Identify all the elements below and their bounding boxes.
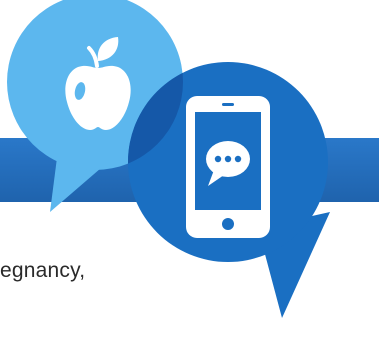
speech-bubble-illustration (7, 0, 330, 318)
phone-home-button (222, 218, 234, 230)
chat-dot (214, 155, 222, 163)
illustration-canvas: egnancy, (0, 0, 379, 338)
chat-dot (224, 155, 232, 163)
phone-speaker (222, 103, 234, 106)
body-text-fragment: egnancy, (0, 259, 86, 282)
smartphone-icon (186, 96, 270, 238)
chat-dot (234, 155, 242, 163)
